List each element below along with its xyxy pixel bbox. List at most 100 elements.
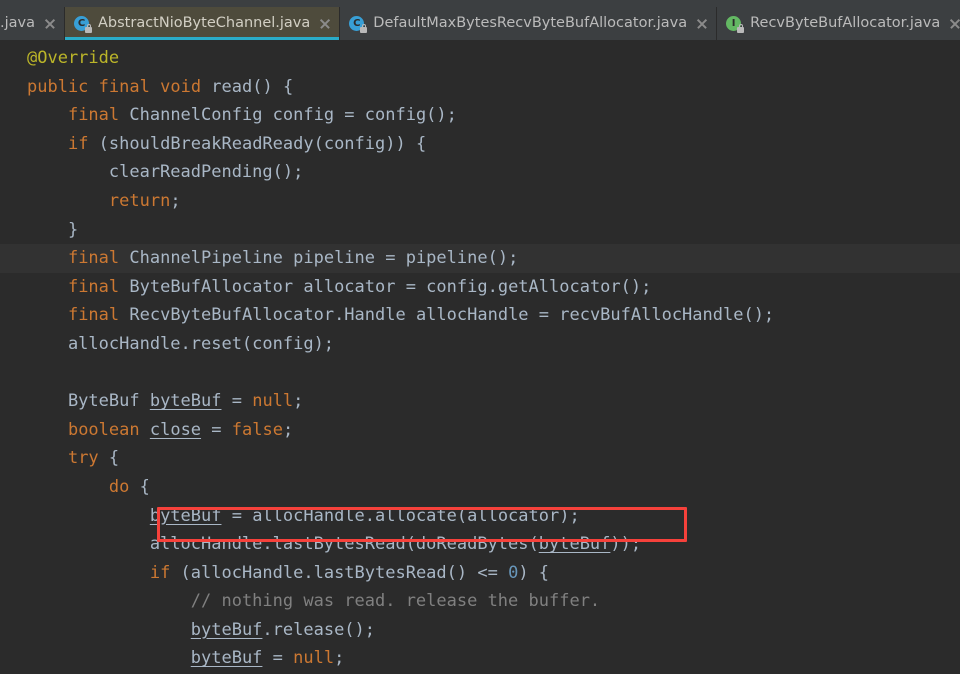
code-token-local: byteBuf [190, 648, 263, 669]
code-line[interactable]: if (shouldBreakReadReady(config)) { [0, 130, 960, 159]
code-token-kw: null [252, 391, 294, 412]
code-token-plain: ; [170, 190, 181, 211]
close-icon[interactable] [318, 17, 332, 31]
code-token-kw: final [67, 276, 120, 297]
code-token-plain: } [27, 219, 79, 240]
code-token-plain: ChannelPipeline pipeline = pipeline(); [119, 248, 519, 269]
code-line[interactable]: clearReadPending(); [0, 158, 960, 187]
code-line[interactable]: do { [0, 473, 960, 502]
lock-icon [85, 24, 92, 33]
java-interface-icon: I [726, 15, 745, 33]
code-token-plain: ; [293, 391, 304, 412]
editor-tab[interactable]: C DefaultMaxBytesRecvByteBufAllocator.jav… [340, 7, 718, 40]
code-token-cmt: // nothing was read. release the buffer. [190, 591, 601, 612]
code-token-kw: final [67, 305, 120, 326]
code-token-plain: ByteBuf [27, 391, 150, 412]
code-line[interactable]: boolean close = false; [0, 416, 960, 445]
code-line[interactable]: final ChannelPipeline pipeline = pipelin… [0, 244, 960, 273]
code-token-plain: allocHandle.reset(config); [27, 333, 335, 354]
code-line[interactable]: // nothing was read. release the buffer. [0, 587, 960, 616]
code-line[interactable]: allocHandle.reset(config); [0, 330, 960, 359]
code-line[interactable] [0, 359, 960, 388]
code-line[interactable]: return; [0, 187, 960, 216]
code-token-local: close [149, 419, 202, 440]
code-token-plain: { [129, 476, 150, 497]
code-token-kw: if [67, 133, 89, 154]
code-token-kw: final [98, 76, 150, 97]
editor-tab-label: AbstractNioByteChannel.java [98, 15, 311, 31]
code-token-num: 0 [508, 562, 519, 583]
code-line[interactable]: try { [0, 444, 960, 473]
editor-tab-label: .java [0, 15, 35, 31]
code-token-kw: boolean [67, 419, 140, 440]
code-token-kw: false [231, 419, 283, 440]
code-line[interactable]: final ByteBufAllocator allocator = confi… [0, 273, 960, 302]
code-token-plain: = allocHandle.allocate(allocator); [221, 505, 580, 526]
code-line[interactable]: byteBuf = null; [0, 644, 960, 673]
code-token-plain: read() { [201, 76, 294, 97]
code-line[interactable]: } [0, 216, 960, 245]
code-token-plain: ; [282, 419, 294, 440]
code-token-plain: clearReadPending(); [27, 162, 304, 183]
code-token-local: byteBuf [190, 619, 263, 640]
code-editor-pane[interactable]: @Override public final void read() { fina… [0, 40, 960, 674]
editor-tab[interactable]: I RecvByteBufAllocator.java [717, 7, 960, 40]
java-class-icon: C [349, 15, 368, 33]
code-line[interactable]: byteBuf = allocHandle.allocate(allocator… [0, 502, 960, 531]
code-line[interactable]: ByteBuf byteBuf = null; [0, 387, 960, 416]
lock-icon [737, 24, 745, 33]
code-token-plain: ; [334, 648, 345, 669]
code-line[interactable]: allocHandle.lastBytesRead(doReadBytes(by… [0, 530, 960, 559]
code-token-kw: null [293, 648, 335, 669]
code-token-local: byteBuf [149, 391, 222, 412]
code-token-kw: final [67, 248, 120, 269]
code-line[interactable]: final ChannelConfig config = config(); [0, 101, 960, 130]
code-token-local: byteBuf [149, 505, 222, 526]
code-line[interactable]: @Override [0, 44, 960, 73]
code-token-plain: ByteBufAllocator allocator = config.getA… [119, 276, 652, 297]
close-icon[interactable] [695, 17, 709, 31]
close-icon[interactable] [43, 17, 57, 31]
code-token-plain: = [201, 419, 232, 440]
code-line[interactable]: byteBuf.release(); [0, 616, 960, 645]
java-class-icon: C [74, 15, 92, 33]
code-token-kw: void [160, 76, 202, 97]
code-token-plain: = [262, 648, 294, 669]
editor-tab[interactable]: .java [0, 7, 65, 40]
code-token-plain: .release(); [262, 619, 376, 640]
editor-tab-label: DefaultMaxBytesRecvByteBufAllocator.java [373, 15, 688, 31]
lock-icon [360, 24, 368, 33]
code-token-plain: ChannelConfig config = config(); [119, 105, 457, 126]
close-icon[interactable] [948, 17, 960, 31]
code-token-plain: )); [610, 534, 642, 555]
code-token-kw: public [27, 76, 89, 97]
editor-tab-label: RecvByteBufAllocator.java [750, 15, 941, 31]
code-line[interactable]: final RecvByteBufAllocator.Handle allocH… [0, 301, 960, 330]
code-token-plain: ) { [518, 562, 550, 583]
code-content[interactable]: @Override public final void read() { fina… [0, 44, 960, 673]
code-line[interactable]: if (allocHandle.lastBytesRead() <= 0) { [0, 559, 960, 588]
code-token-anno: @Override [27, 48, 120, 68]
code-token-kw: do [108, 476, 130, 497]
editor-tab-bar: .java C AbstractNioByteChannel.java C Defaul… [0, 7, 960, 40]
editor-tab[interactable]: C AbstractNioByteChannel.java [65, 7, 341, 40]
code-token-plain: allocHandle.lastBytesRead(doReadBytes( [27, 534, 539, 555]
code-token-kw: return [108, 190, 171, 211]
window-top-strip [0, 0, 960, 7]
code-line[interactable]: public final void read() { [0, 73, 960, 102]
